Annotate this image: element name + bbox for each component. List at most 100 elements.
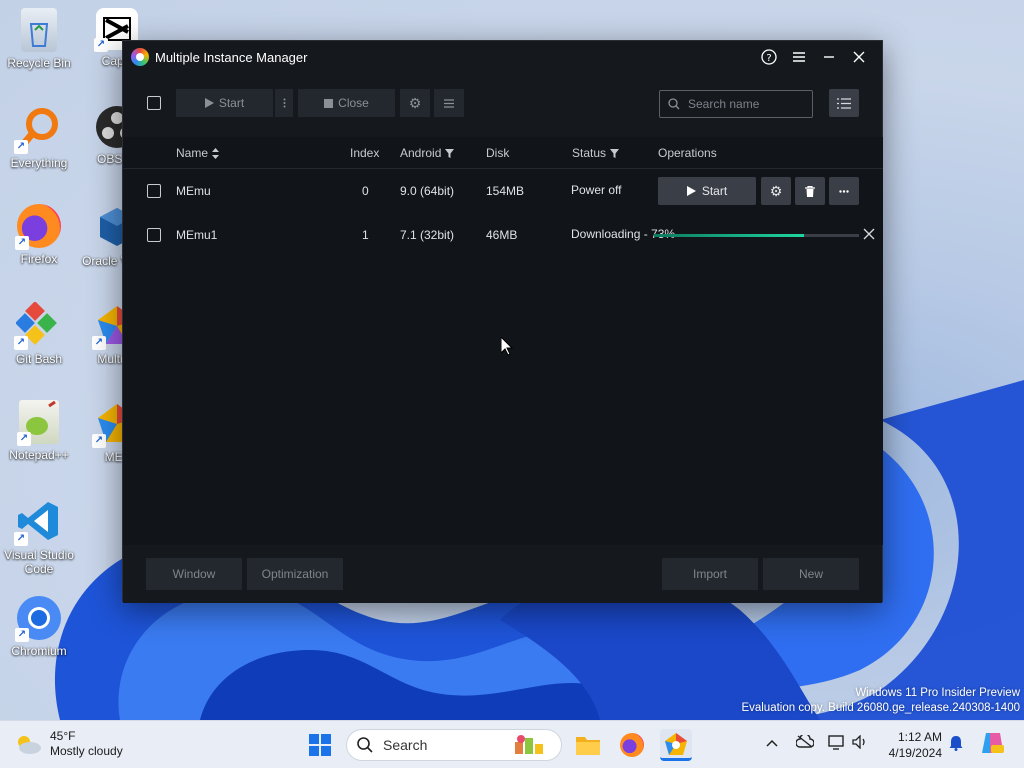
- menu-button[interactable]: [784, 42, 814, 72]
- windows-logo-icon: [309, 734, 331, 756]
- help-icon: ?: [761, 49, 777, 65]
- app-logo-icon: [131, 48, 149, 66]
- settings-button[interactable]: ⚙: [400, 89, 430, 117]
- start-menu-button[interactable]: [304, 729, 336, 761]
- row-settings-button[interactable]: ⚙: [761, 177, 791, 205]
- clock-date: 4/19/2024: [888, 746, 942, 760]
- more-dots-icon: [839, 189, 849, 193]
- row-delete-button[interactable]: [795, 177, 825, 205]
- desktop-icon-git-bash[interactable]: ↗ Git Bash: [0, 301, 78, 366]
- start-button[interactable]: Start: [176, 89, 273, 117]
- minimize-button[interactable]: [814, 42, 844, 72]
- cloud-offline-icon: [795, 733, 815, 748]
- bell-icon: [949, 736, 963, 751]
- weather-widget[interactable]: 45°F Mostly cloudy: [14, 729, 123, 759]
- desktop-icon-chromium[interactable]: ↗ Chromium: [0, 596, 78, 658]
- row-start-button[interactable]: Start: [658, 177, 756, 205]
- onedrive-status[interactable]: [795, 733, 815, 751]
- instance-status: Power off: [571, 183, 622, 197]
- shortcut-arrow-icon: ↗: [14, 532, 28, 546]
- play-icon: [686, 186, 696, 196]
- shortcut-arrow-icon: ↗: [94, 38, 108, 52]
- search-box[interactable]: [659, 90, 813, 118]
- close-window-button[interactable]: [844, 42, 874, 72]
- speaker-icon: [852, 734, 865, 750]
- copilot-button[interactable]: [980, 731, 1004, 758]
- select-all-checkbox[interactable]: [147, 96, 161, 110]
- column-android[interactable]: Android: [400, 146, 455, 160]
- memu-icon: [665, 732, 687, 755]
- taskbar-memu[interactable]: [660, 729, 692, 761]
- network-status[interactable]: [828, 735, 846, 753]
- desktop-icon-label: Notepad++: [9, 448, 69, 462]
- tray-overflow-button[interactable]: [766, 735, 778, 750]
- table-row[interactable]: MEmu 0 9.0 (64bit) 154MB Power off Start…: [123, 169, 883, 213]
- search-highlight-icon: [515, 735, 543, 754]
- hamburger-icon: [793, 52, 805, 62]
- desktop-icon-firefox[interactable]: ↗ Firefox: [0, 204, 78, 266]
- sort-icon: [212, 147, 220, 159]
- row-checkbox[interactable]: [147, 228, 161, 242]
- desktop-icon-notepadpp[interactable]: ↗ Notepad++: [0, 400, 78, 462]
- column-name[interactable]: Name: [176, 146, 220, 160]
- filter-icon: [445, 148, 455, 158]
- shortcut-arrow-icon: ↗: [15, 236, 29, 250]
- weather-temp: 45°F: [50, 729, 76, 743]
- desktop-icon-everything[interactable]: ↗ Everything: [0, 106, 78, 170]
- taskbar-clock[interactable]: 1:12 AM 4/19/2024: [880, 729, 942, 761]
- hamburger-icon: [444, 98, 454, 108]
- list-menu-button[interactable]: [434, 89, 464, 117]
- monitor-network-icon: [828, 735, 844, 750]
- mouse-cursor-icon: [501, 337, 513, 356]
- instance-index: 0: [362, 184, 369, 198]
- taskbar-firefox[interactable]: [616, 729, 648, 761]
- import-button[interactable]: Import: [662, 558, 758, 590]
- table-row[interactable]: MEmu1 1 7.1 (32bit) 46MB Downloading - 7…: [123, 213, 883, 257]
- instance-disk: 154MB: [486, 184, 525, 198]
- help-button[interactable]: ?: [754, 42, 784, 72]
- shortcut-arrow-icon: ↗: [17, 432, 31, 446]
- desktop-icon-vscode[interactable]: ↗ Visual Studio Code: [0, 498, 78, 576]
- vertical-dots-icon: [283, 98, 285, 108]
- search-icon: [357, 737, 373, 753]
- shortcut-arrow-icon: ↗: [14, 336, 28, 350]
- play-icon: [204, 98, 214, 108]
- search-input[interactable]: [688, 97, 808, 111]
- notifications-button[interactable]: [949, 735, 963, 754]
- instance-android: 9.0 (64bit): [400, 184, 455, 198]
- column-operations: Operations: [658, 146, 717, 160]
- column-index: Index: [350, 146, 380, 160]
- firefox-icon: [620, 733, 644, 757]
- optimization-button[interactable]: Optimization: [247, 558, 343, 590]
- column-status[interactable]: Status: [572, 146, 620, 160]
- download-progress-fill: [654, 234, 804, 237]
- cancel-download-button[interactable]: [863, 228, 877, 242]
- column-disk: Disk: [486, 146, 510, 160]
- taskbar-search-box[interactable]: Search: [346, 729, 562, 761]
- shortcut-arrow-icon: ↗: [92, 434, 106, 448]
- new-button[interactable]: New: [763, 558, 859, 590]
- desktop-icon-label: Chromium: [11, 644, 67, 658]
- close-instances-button[interactable]: Close: [298, 89, 395, 117]
- gear-icon: ⚙: [408, 94, 422, 111]
- instance-name: MEmu1: [176, 228, 218, 242]
- cloudy-weather-icon: [18, 736, 41, 754]
- title-bar[interactable]: Multiple Instance Manager ?: [123, 41, 882, 73]
- desktop-icon-recycle-bin[interactable]: Recycle Bin: [0, 8, 78, 70]
- everything-magnifier-icon: ↗: [14, 106, 62, 154]
- desktop-icon-label: Visual Studio Code: [4, 548, 74, 576]
- multi-instance-manager-window: Multiple Instance Manager ? Start Close …: [122, 40, 883, 603]
- list-view-button[interactable]: [829, 89, 859, 117]
- instance-disk: 46MB: [486, 228, 518, 242]
- start-more-button[interactable]: [275, 89, 293, 117]
- taskbar-file-explorer[interactable]: [572, 729, 604, 761]
- window-button[interactable]: Window: [146, 558, 242, 590]
- row-checkbox[interactable]: [147, 184, 161, 198]
- vscode-icon: ↗: [14, 498, 62, 546]
- instance-android: 7.1 (32bit): [400, 228, 455, 242]
- chevron-up-icon: [766, 739, 778, 747]
- desktop-icon-label: Firefox: [20, 252, 58, 266]
- row-more-button[interactable]: [829, 177, 859, 205]
- close-icon: [863, 228, 875, 240]
- volume-control[interactable]: [852, 734, 868, 752]
